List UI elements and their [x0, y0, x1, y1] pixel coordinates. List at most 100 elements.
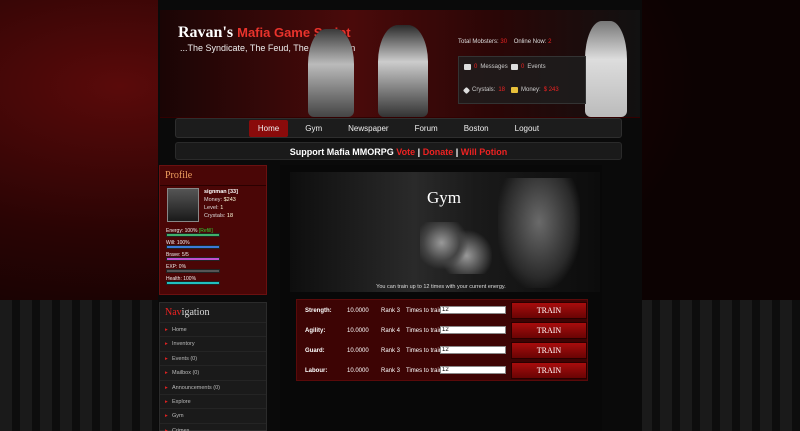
- stat-rank: Rank 4: [381, 328, 401, 334]
- train-labour-button[interactable]: TRAIN: [511, 362, 587, 379]
- support-text: Support Mafia MMORPG: [289, 147, 394, 157]
- stat-value: 10.0000: [347, 328, 369, 334]
- stat-rank: Rank 3: [381, 308, 401, 314]
- messages-link[interactable]: 0 Messages: [464, 64, 508, 70]
- will-label: Will:: [166, 240, 176, 246]
- stat-label: Agility:: [305, 328, 326, 334]
- profile-panel: Profile signman [33] Money: $243 Level: …: [159, 165, 267, 295]
- crystals-display: Crystals: 18: [462, 86, 506, 94]
- train-message: You can train up to 12 times with your c…: [376, 284, 506, 290]
- navigation-title-accent: Nav: [165, 307, 182, 318]
- train-strength-button[interactable]: TRAIN: [511, 302, 587, 319]
- times-input[interactable]: [440, 346, 506, 354]
- train-row-guard: Guard: 10.0000 Rank 3 Times to train: TR…: [297, 341, 589, 361]
- train-guard-button[interactable]: TRAIN: [511, 342, 587, 359]
- train-agility-button[interactable]: TRAIN: [511, 322, 587, 339]
- navigation-title: Navigation: [160, 303, 266, 322]
- money-value: $243: [223, 197, 236, 203]
- money-label: Money:: [521, 87, 541, 93]
- city-background-right: [640, 300, 800, 431]
- nav-item-crimes[interactable]: Crimes: [160, 422, 266, 431]
- messages-count: 0: [474, 64, 478, 70]
- stat-rank: Rank 3: [381, 368, 401, 374]
- separator: |: [455, 147, 459, 157]
- dumbbell-image: [420, 222, 492, 274]
- avatar[interactable]: [167, 188, 199, 222]
- times-label: Times to train:: [406, 308, 444, 314]
- events-label: Events: [527, 64, 546, 70]
- stat-label: Guard:: [305, 348, 325, 354]
- mobster-figure-2: [378, 25, 428, 117]
- brave-label: Brave:: [166, 252, 181, 258]
- mail-icon: [464, 64, 471, 70]
- stat-bars: Energy: 100% [Refill] Will: 100% Brave: …: [166, 229, 220, 289]
- times-input[interactable]: [440, 306, 506, 314]
- energy-value: 100%: [184, 228, 198, 234]
- brave-value: 5/5: [181, 252, 189, 258]
- stat-value: 10.0000: [347, 368, 369, 374]
- train-row-strength: Strength: 10.0000 Rank 3 Times to train:…: [297, 301, 589, 321]
- donate-link[interactable]: Donate: [423, 147, 454, 157]
- user-stat-box: 0 Messages 0 Events Crystals: 18 Money: $ 24…: [458, 56, 586, 104]
- crystals-label: Crystals:: [472, 87, 496, 93]
- nav-forum[interactable]: Forum: [406, 120, 447, 137]
- logo-main: Ravan's: [178, 24, 238, 41]
- nav-boston[interactable]: Boston: [455, 120, 498, 137]
- energy-refill-link[interactable]: [Refill]: [199, 228, 213, 234]
- navigation-title-rest: igation: [181, 307, 210, 318]
- stat-label: Labour:: [305, 368, 328, 374]
- stat-label: Strength:: [305, 308, 332, 314]
- times-input[interactable]: [440, 326, 506, 334]
- exp-label: EXP:: [166, 264, 178, 270]
- nav-newspaper[interactable]: Newspaper: [339, 120, 397, 137]
- nav-item-gym[interactable]: Gym: [160, 408, 266, 424]
- times-input[interactable]: [440, 366, 506, 374]
- health-label: Health:: [166, 276, 182, 282]
- nav-item-announcements[interactable]: Announcements (0): [160, 379, 266, 395]
- online-now-value: 2: [548, 39, 552, 45]
- nav-item-mailbox[interactable]: Mailbox (0): [160, 365, 266, 381]
- crystals-label: Crystals:: [204, 213, 226, 219]
- events-icon: [511, 64, 518, 70]
- mobster-figure-1: [308, 29, 354, 117]
- navigation-panel: Navigation Home Inventory Events (0) Mai…: [159, 302, 267, 431]
- crystals-value: 18: [498, 87, 506, 93]
- nav-home[interactable]: Home: [248, 119, 289, 137]
- mobster-figure-3: [585, 21, 627, 117]
- crystals-value: 18: [226, 213, 234, 219]
- nav-logout[interactable]: Logout: [506, 120, 548, 137]
- will-potion-link[interactable]: Will Potion: [461, 147, 507, 157]
- nav-item-events[interactable]: Events (0): [160, 350, 266, 366]
- total-mobsters-value: 30: [500, 39, 508, 45]
- money-icon: [511, 87, 518, 93]
- stat-value: 10.0000: [347, 348, 369, 354]
- nav-item-home[interactable]: Home: [160, 322, 266, 337]
- money-value: $ 243: [543, 87, 559, 93]
- money-display: Money: $ 243: [511, 87, 559, 93]
- nav-gym[interactable]: Gym: [296, 120, 331, 137]
- times-label: Times to train:: [406, 368, 444, 374]
- stat-value: 10.0000: [347, 308, 369, 314]
- profile-info: signman [33] Money: $243 Level: 1 Crysta…: [204, 188, 238, 220]
- profile-title: Profile: [160, 166, 266, 186]
- vote-link[interactable]: Vote: [396, 147, 415, 157]
- city-background-left: [0, 300, 160, 431]
- separator: |: [417, 147, 421, 157]
- stat-rank: Rank 3: [381, 348, 401, 354]
- nav-item-explore[interactable]: Explore: [160, 393, 266, 409]
- messages-label: Messages: [480, 64, 508, 70]
- energy-label: Energy:: [166, 228, 184, 234]
- total-mobsters-label: Total Mobsters:: [458, 39, 499, 45]
- nav-item-inventory[interactable]: Inventory: [160, 336, 266, 352]
- support-bar: Support Mafia MMORPG Vote | Donate | Wil…: [175, 142, 622, 160]
- main-nav: Home Gym Newspaper Forum Boston Logout: [175, 118, 622, 138]
- exp-value: 0%: [178, 264, 187, 270]
- player-name[interactable]: signman [33]: [204, 189, 238, 195]
- crystal-icon: [462, 86, 471, 94]
- gym-title: Gym: [427, 188, 461, 207]
- train-row-agility: Agility: 10.0000 Rank 4 Times to train: …: [297, 321, 589, 341]
- money-label: Money:: [204, 197, 223, 203]
- times-label: Times to train:: [406, 328, 444, 334]
- events-link[interactable]: 0 Events: [511, 64, 546, 70]
- mobster-stats: Total Mobsters: 30 Online Now: 2: [458, 39, 551, 45]
